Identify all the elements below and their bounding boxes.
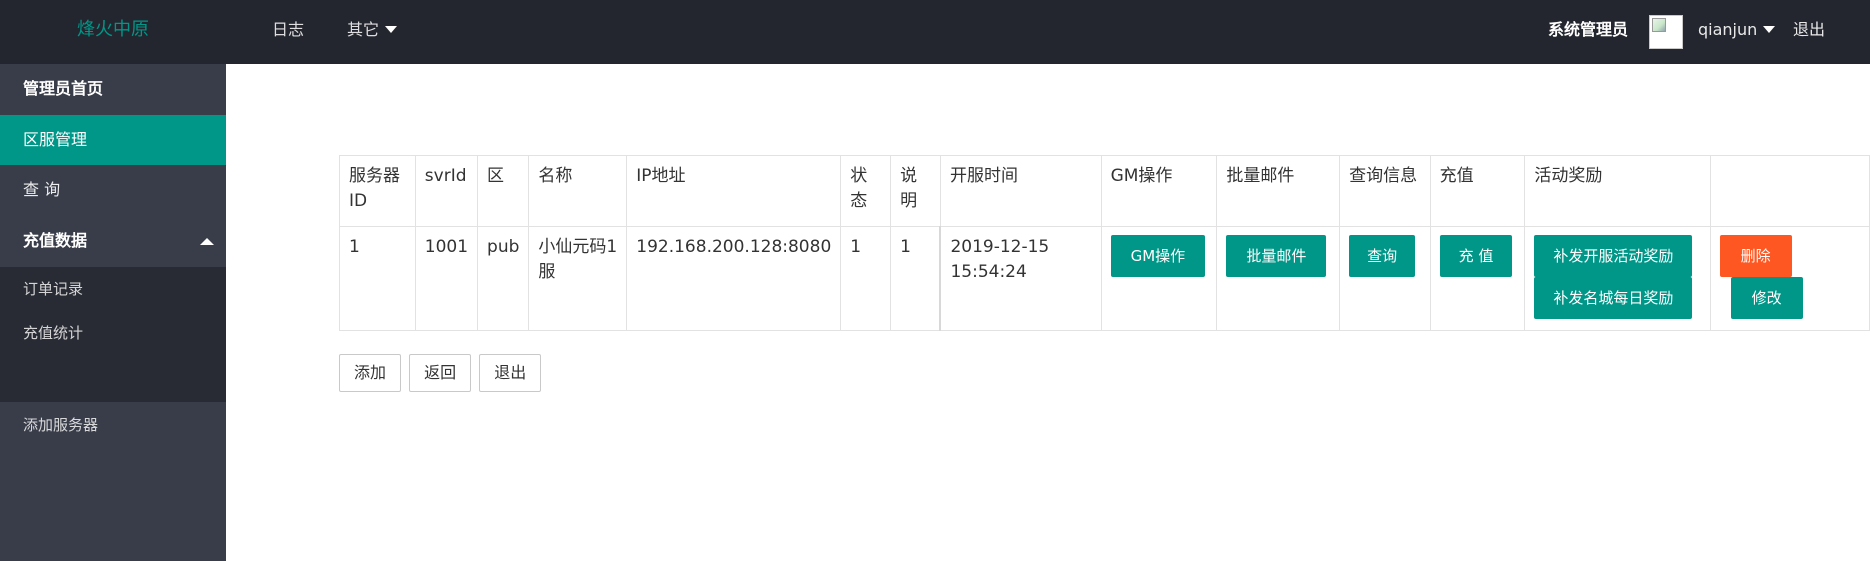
col-header-open-time: 开服时间 — [939, 155, 1102, 227]
cell-ip: 192.168.200.128:8080 — [626, 226, 842, 331]
col-header-status: 状态 — [840, 155, 892, 227]
exit-button[interactable]: 退出 — [479, 354, 542, 392]
user-menu[interactable]: qianjun — [1698, 0, 1776, 64]
query-button[interactable]: 查询 — [1349, 235, 1416, 277]
sidebar-item-admin-home[interactable]: 管理员首页 — [0, 64, 226, 114]
col-header-zone: 区 — [477, 155, 530, 227]
chevron-up-icon — [200, 238, 214, 245]
sidebar: 管理员首页 区服管理 查 询 充值数据 订单记录 充值统计 添加服务器 — [0, 64, 226, 561]
sidebar-item-query[interactable]: 查 询 — [0, 165, 226, 215]
top-header: 烽火中原 日志 其它 系统管理员 qianjun 退出 — [0, 0, 1870, 64]
cell-note: 1 — [890, 226, 941, 331]
cell-gm: GM操作 — [1100, 226, 1218, 331]
sidebar-item-recharge-data[interactable]: 充值数据 — [0, 216, 226, 266]
chevron-down-icon — [1763, 26, 1776, 33]
cell-recharge: 充 值 — [1429, 226, 1526, 331]
cell-mail: 批量邮件 — [1216, 226, 1341, 331]
delete-button[interactable]: 删除 — [1719, 235, 1792, 277]
add-button[interactable]: 添加 — [339, 354, 402, 392]
bottom-actions: 添加 返回 退出 — [339, 354, 544, 392]
sidebar-item-server-management[interactable]: 区服管理 — [0, 115, 226, 165]
cell-open-time: 2019-12-15 15:54:24 — [939, 226, 1102, 331]
col-header-actions — [1709, 155, 1870, 227]
sidebar-item-recharge-stats[interactable]: 充值统计 — [0, 311, 226, 355]
chevron-down-icon — [385, 26, 398, 33]
table-row: 1 1001 pub 小仙元码1服 192.168.200.128:8080 1… — [339, 226, 1870, 331]
app-logo[interactable]: 烽火中原 — [0, 0, 226, 64]
cell-zone: pub — [477, 226, 530, 331]
server-table: 服务器ID svrId 区 名称 IP地址 状态 说明 开服时间 GM操作 批量… — [339, 155, 1870, 331]
broken-image-icon — [1652, 18, 1666, 32]
sidebar-item-order-records[interactable]: 订单记录 — [0, 267, 226, 311]
gm-button[interactable]: GM操作 — [1110, 235, 1206, 277]
reissue-opening-reward-button[interactable]: 补发开服活动奖励 — [1534, 235, 1693, 277]
col-header-mail: 批量邮件 — [1216, 155, 1341, 227]
cell-svrid: 1001 — [414, 226, 479, 331]
back-button[interactable]: 返回 — [409, 354, 472, 392]
username: qianjun — [1698, 20, 1758, 39]
cell-actions: 删除 修改 — [1709, 226, 1870, 331]
nav-log[interactable]: 日志 — [272, 0, 304, 64]
col-header-note: 说明 — [890, 155, 941, 227]
col-header-svrid: svrId — [414, 155, 479, 227]
sidebar-item-add-server[interactable]: 添加服务器 — [0, 403, 226, 447]
cell-query: 查询 — [1339, 226, 1431, 331]
user-role: 系统管理员 — [1548, 20, 1629, 39]
avatar[interactable] — [1649, 15, 1683, 49]
edit-button[interactable]: 修改 — [1730, 277, 1803, 319]
reissue-city-daily-reward-button[interactable]: 补发名城每日奖励 — [1534, 277, 1693, 319]
nav-other-label: 其它 — [347, 20, 380, 39]
col-header-recharge: 充值 — [1429, 155, 1526, 227]
col-header-name: 名称 — [528, 155, 628, 227]
nav-other[interactable]: 其它 — [347, 0, 398, 64]
recharge-button[interactable]: 充 值 — [1439, 235, 1513, 277]
col-header-reward: 活动奖励 — [1524, 155, 1711, 227]
col-header-ip: IP地址 — [626, 155, 842, 227]
batch-mail-button[interactable]: 批量邮件 — [1226, 235, 1327, 277]
col-header-server-id: 服务器ID — [339, 155, 416, 227]
col-header-query: 查询信息 — [1339, 155, 1431, 227]
sidebar-item-label: 充值数据 — [23, 231, 88, 250]
cell-name: 小仙元码1服 — [528, 226, 628, 331]
cell-server-id: 1 — [339, 226, 416, 331]
table-header-row: 服务器ID svrId 区 名称 IP地址 状态 说明 开服时间 GM操作 批量… — [339, 155, 1870, 227]
cell-status: 1 — [840, 226, 892, 331]
col-header-gm: GM操作 — [1100, 155, 1218, 227]
cell-reward: 补发开服活动奖励 补发名城每日奖励 — [1524, 226, 1711, 331]
logout-link[interactable]: 退出 — [1793, 0, 1825, 64]
